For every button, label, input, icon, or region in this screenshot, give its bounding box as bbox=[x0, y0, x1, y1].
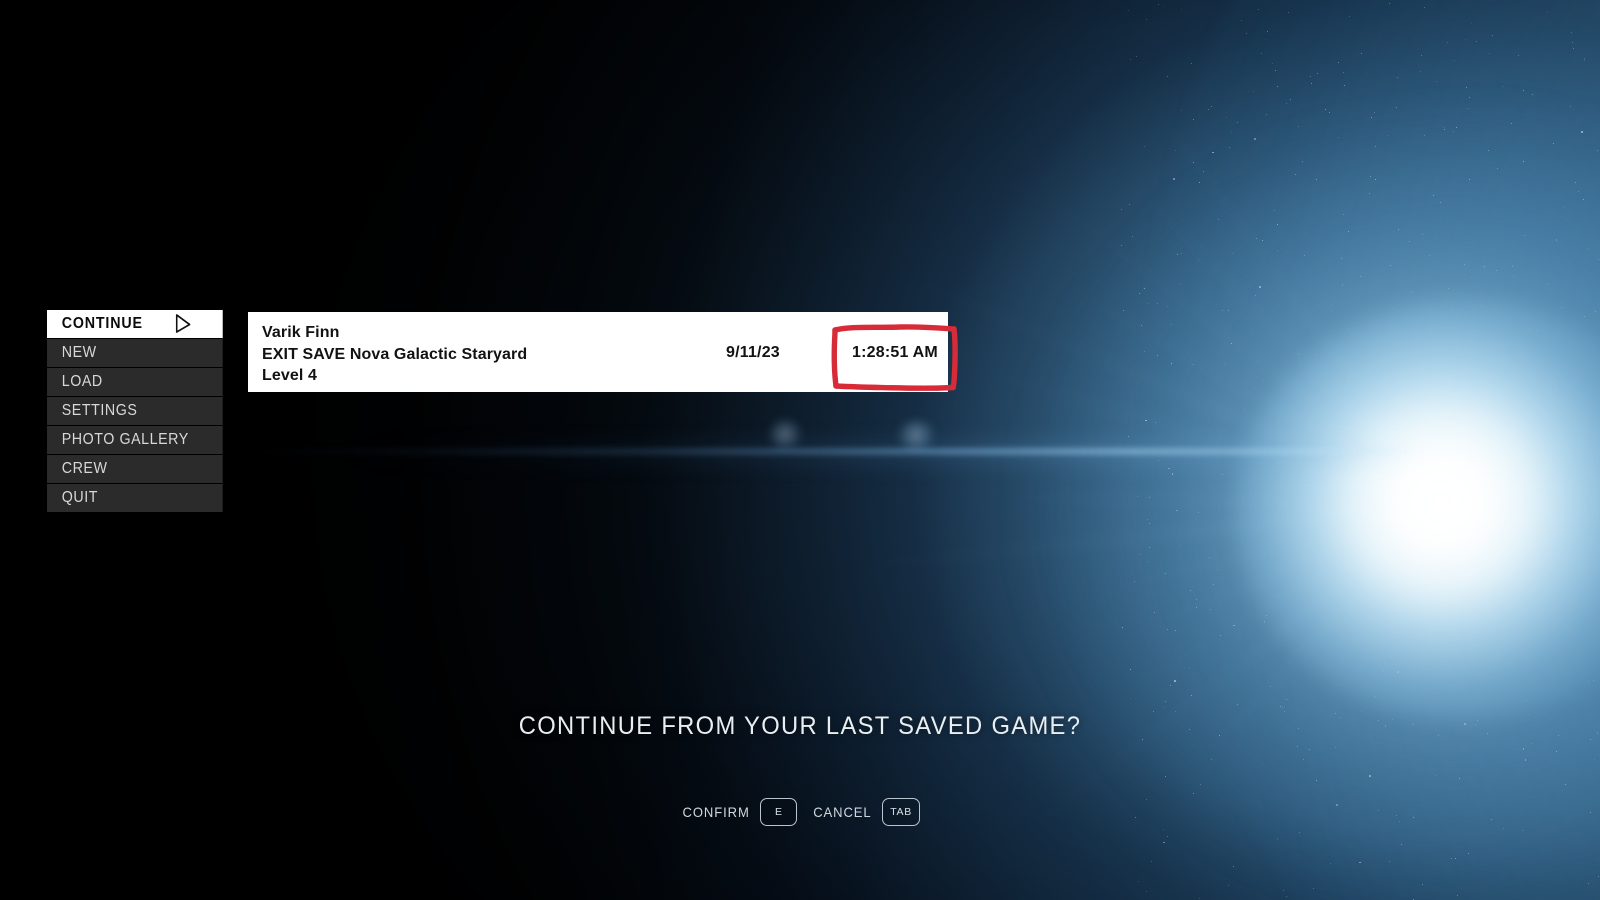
menu-item-label: NEW bbox=[61, 344, 97, 361]
menu-item-photo-gallery[interactable]: PHOTO GALLERY bbox=[47, 426, 223, 455]
menu-item-load[interactable]: LOAD bbox=[47, 368, 223, 397]
menu-item-label: SETTINGS bbox=[61, 402, 138, 419]
save-description: EXIT SAVE Nova Galactic Staryard bbox=[262, 345, 528, 363]
save-level: Level 4 bbox=[262, 367, 317, 384]
confirm-keycap[interactable]: E bbox=[760, 798, 798, 826]
save-character-name: Varik Finn bbox=[262, 324, 340, 341]
menu-item-new[interactable]: NEW bbox=[47, 339, 223, 368]
confirmation-prompt: CONTINUE FROM YOUR LAST SAVED GAME? CONF… bbox=[0, 712, 1600, 826]
prompt-action-bar: CONFIRM E CANCEL TAB bbox=[0, 798, 1600, 826]
menu-item-crew[interactable]: CREW bbox=[47, 455, 223, 484]
game-screen: CONTINUE NEW LOAD SETTINGS PHOTO GALLERY… bbox=[0, 0, 1600, 900]
menu-item-settings[interactable]: SETTINGS bbox=[47, 397, 223, 426]
pointer-arrow-icon bbox=[174, 313, 192, 335]
menu-item-label: CONTINUE bbox=[61, 315, 143, 332]
confirm-action[interactable]: CONFIRM E bbox=[680, 798, 798, 826]
cancel-keycap[interactable]: TAB bbox=[882, 798, 920, 826]
menu-item-label: CREW bbox=[61, 460, 108, 477]
save-slot-panel[interactable]: Varik Finn EXIT SAVE Nova Galactic Stary… bbox=[248, 312, 948, 392]
lens-flare-blob bbox=[895, 420, 937, 450]
lens-flare-streak bbox=[240, 448, 1420, 455]
confirm-label: CONFIRM bbox=[682, 804, 750, 820]
menu-item-label: LOAD bbox=[61, 373, 103, 390]
prompt-question: CONTINUE FROM YOUR LAST SAVED GAME? bbox=[518, 712, 1082, 740]
main-menu: CONTINUE NEW LOAD SETTINGS PHOTO GALLERY… bbox=[47, 310, 223, 513]
lens-flare-blob bbox=[767, 419, 803, 449]
menu-item-label: PHOTO GALLERY bbox=[61, 431, 189, 448]
menu-item-continue[interactable]: CONTINUE bbox=[47, 310, 223, 339]
cancel-label: CANCEL bbox=[813, 804, 872, 820]
menu-item-label: QUIT bbox=[61, 489, 99, 506]
save-date: 9/11/23 bbox=[726, 344, 780, 361]
save-time: 1:28:51 AM bbox=[852, 344, 938, 361]
menu-item-quit[interactable]: QUIT bbox=[47, 484, 223, 513]
save-slot-details: Varik Finn EXIT SAVE Nova Galactic Stary… bbox=[262, 322, 527, 387]
cancel-action[interactable]: CANCEL TAB bbox=[811, 798, 920, 826]
